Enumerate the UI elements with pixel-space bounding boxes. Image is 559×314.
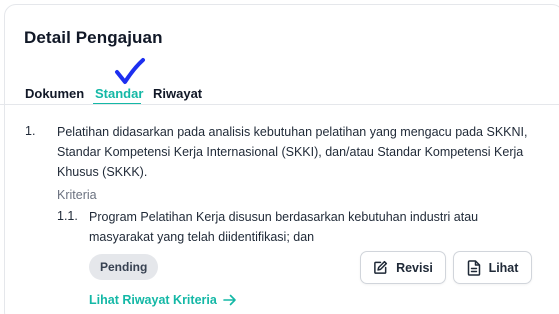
- riwayat-kriteria-link[interactable]: Lihat Riwayat Kriteria: [89, 293, 237, 307]
- page-title: Detail Pengajuan: [24, 28, 163, 47]
- standard-text: Pelatihan didasarkan pada analisis kebut…: [57, 125, 528, 179]
- criteria-text: Program Pelatihan Kerja disusun berdasar…: [89, 210, 479, 244]
- arrow-right-icon: [223, 294, 236, 306]
- tab-riwayat[interactable]: Riwayat: [153, 86, 202, 101]
- edit-icon: [374, 260, 388, 274]
- riwayat-kriteria-link-label: Lihat Riwayat Kriteria: [89, 293, 217, 307]
- tab-dokumen[interactable]: Dokumen: [25, 86, 84, 101]
- revisi-button[interactable]: Revisi: [360, 251, 446, 284]
- lihat-button-label: Lihat: [488, 260, 519, 275]
- tab-bar: Dokumen Standar Riwayat: [25, 86, 559, 105]
- status-badge-label: Pending: [100, 260, 148, 274]
- standard-number: 1.: [25, 124, 36, 138]
- document-icon: [467, 259, 480, 276]
- tabs-divider: [0, 104, 559, 105]
- tab-standar[interactable]: Standar: [95, 86, 143, 101]
- revisi-button-label: Revisi: [396, 260, 433, 275]
- criteria-label: Kriteria: [57, 188, 97, 202]
- criteria-number: 1.1.: [57, 209, 78, 223]
- status-badge: Pending: [89, 254, 159, 280]
- lihat-button[interactable]: Lihat: [453, 251, 532, 284]
